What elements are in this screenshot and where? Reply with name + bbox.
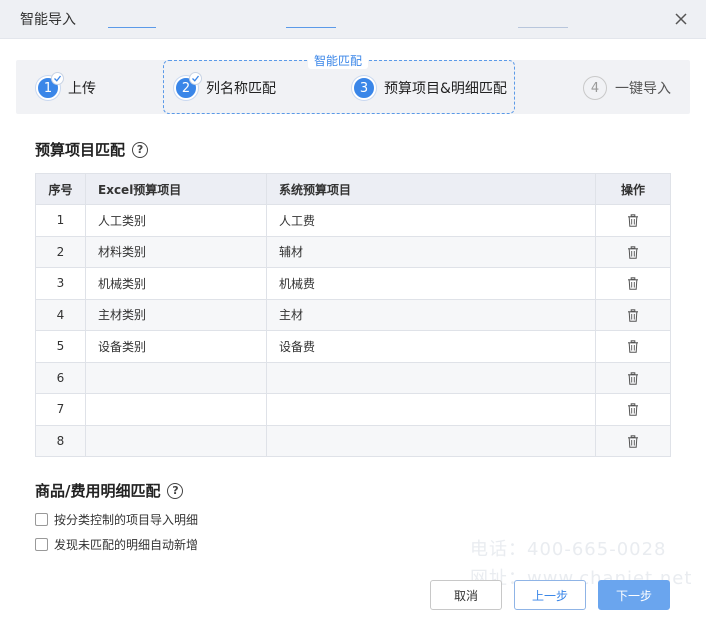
close-icon[interactable] [672, 10, 690, 28]
cell-index: 5 [35, 330, 86, 363]
trash-icon[interactable] [627, 246, 639, 259]
step-number: 4 [583, 76, 607, 100]
cell-index: 4 [35, 298, 86, 331]
cell-index: 1 [35, 204, 86, 237]
cell-excel-item[interactable] [85, 393, 267, 426]
step-label: 一键导入 [615, 81, 671, 97]
table-header-row: 序号 Excel预算项目 系统预算项目 操作 [35, 173, 671, 205]
table-row: 5 设备类别 设备费 [35, 330, 671, 363]
table-row: 4 主材类别 主材 [35, 298, 671, 331]
trash-icon[interactable] [627, 435, 639, 448]
step-number: 1 [36, 72, 64, 100]
next-step-button[interactable]: 下一步 [598, 580, 670, 610]
table-row: 2 材料类别 辅材 [35, 235, 671, 268]
cell-excel-item[interactable]: 机械类别 [85, 267, 267, 300]
cell-system-item[interactable]: 机械费 [266, 267, 596, 300]
trash-icon[interactable] [627, 277, 639, 290]
step-connector-2 [286, 27, 336, 28]
cell-action [595, 424, 671, 457]
table-row: 7 [35, 393, 671, 426]
check-icon [51, 72, 64, 85]
detail-section-title: 商品/费用明细匹配 ? [35, 480, 184, 501]
step-upload: 1 上传 [36, 72, 96, 100]
cell-excel-item[interactable]: 主材类别 [85, 298, 267, 331]
step-connector-1 [108, 27, 156, 28]
step-import: 4 一键导入 [583, 76, 671, 100]
table-row: 8 [35, 424, 671, 457]
cell-excel-item[interactable] [85, 424, 267, 457]
column-header-system: 系统预算项目 [266, 173, 596, 205]
option-import-by-category[interactable]: 按分类控制的项目导入明细 [35, 511, 198, 528]
step-connector-3 [518, 27, 568, 28]
step-number: 2 [174, 72, 202, 100]
option-label: 按分类控制的项目导入明细 [54, 513, 199, 527]
trash-icon[interactable] [627, 372, 639, 385]
watermark-phone: 电话：400-665-0028 [470, 539, 667, 560]
cell-action [595, 361, 671, 394]
cell-system-item[interactable]: 主材 [266, 298, 596, 331]
cell-action [595, 330, 671, 363]
cell-system-item[interactable]: 设备费 [266, 330, 596, 363]
step-budget-detail-match: 3 预算项目&明细匹配 [352, 76, 507, 100]
option-auto-add-unmatched[interactable]: 发现未匹配的明细自动新增 [35, 536, 198, 553]
column-header-index: 序号 [35, 173, 86, 205]
step-label: 预算项目&明细匹配 [384, 81, 507, 97]
question-circle-icon[interactable]: ? [132, 141, 149, 158]
cell-excel-item[interactable]: 人工类别 [85, 204, 267, 237]
table-row: 6 [35, 361, 671, 394]
step-label: 上传 [68, 81, 96, 97]
trash-icon[interactable] [627, 403, 639, 416]
checkbox[interactable] [35, 513, 48, 526]
budget-match-table: 序号 Excel预算项目 系统预算项目 操作 1 人工类别 人工费 2 材料类别 辅材 3 机… [35, 173, 671, 457]
step-number: 3 [352, 76, 376, 100]
cell-action [595, 235, 671, 268]
smart-match-tag: 智能匹配 [308, 53, 369, 69]
trash-icon[interactable] [627, 214, 639, 227]
column-header-action: 操作 [595, 173, 671, 205]
table-row: 1 人工类别 人工费 [35, 204, 671, 237]
cell-index: 2 [35, 235, 86, 268]
cell-index: 7 [35, 393, 86, 426]
dialog-header: 智能导入 [0, 0, 706, 39]
trash-icon[interactable] [627, 340, 639, 353]
cell-action [595, 298, 671, 331]
column-header-excel: Excel预算项目 [85, 173, 267, 205]
checkbox[interactable] [35, 538, 48, 551]
cell-system-item[interactable] [266, 424, 596, 457]
cell-action [595, 393, 671, 426]
cell-system-item[interactable] [266, 393, 596, 426]
budget-section-title: 预算项目匹配 ? [35, 139, 149, 160]
cell-index: 6 [35, 361, 86, 394]
cell-excel-item[interactable] [85, 361, 267, 394]
cell-action [595, 267, 671, 300]
cell-system-item[interactable] [266, 361, 596, 394]
prev-step-button[interactable]: 上一步 [514, 580, 586, 610]
cell-action [595, 204, 671, 237]
question-circle-icon[interactable]: ? [167, 482, 184, 499]
dialog-title: 智能导入 [20, 12, 76, 28]
step-label: 列名称匹配 [206, 81, 276, 97]
cell-excel-item[interactable]: 材料类别 [85, 235, 267, 268]
step-column-match: 2 列名称匹配 [174, 72, 276, 100]
check-icon [189, 72, 202, 85]
cell-excel-item[interactable]: 设备类别 [85, 330, 267, 363]
option-label: 发现未匹配的明细自动新增 [54, 538, 199, 552]
cell-system-item[interactable]: 人工费 [266, 204, 596, 237]
cell-index: 3 [35, 267, 86, 300]
table-row: 3 机械类别 机械费 [35, 267, 671, 300]
cancel-button[interactable]: 取消 [430, 580, 502, 610]
cell-index: 8 [35, 424, 86, 457]
cell-system-item[interactable]: 辅材 [266, 235, 596, 268]
trash-icon[interactable] [627, 309, 639, 322]
